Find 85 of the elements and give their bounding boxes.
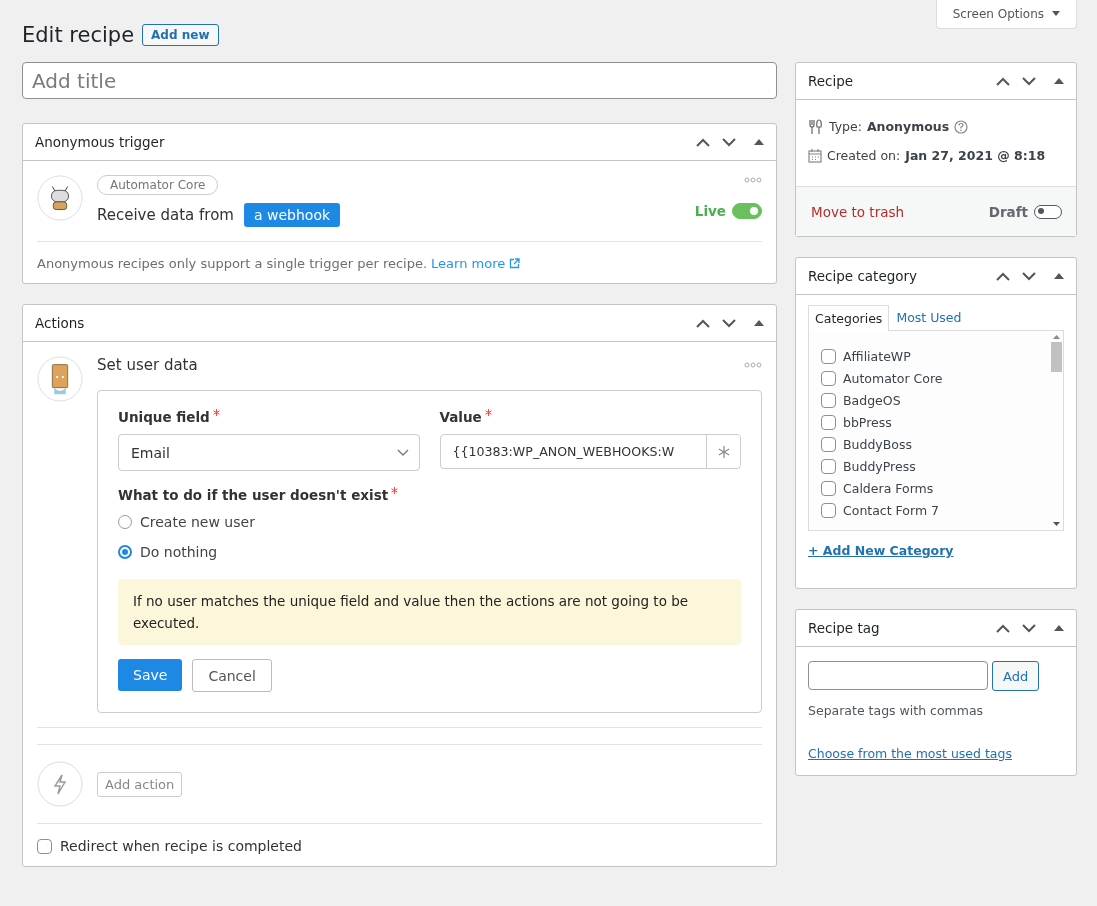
most-used-tags-link[interactable]: Choose from the most used tags — [808, 746, 1012, 761]
category-label[interactable]: BuddyBoss — [843, 436, 912, 452]
add-tag-button[interactable]: Add — [992, 661, 1040, 691]
cancel-button[interactable]: Cancel — [192, 659, 272, 692]
move-up-icon[interactable] — [996, 623, 1010, 633]
checkbox[interactable] — [821, 502, 836, 518]
tag-input-field[interactable] — [808, 661, 988, 690]
status-label: Live — [694, 203, 726, 219]
save-button[interactable]: Save — [118, 659, 183, 691]
move-up-icon[interactable] — [696, 137, 710, 147]
collapse-icon[interactable] — [1054, 625, 1064, 631]
status-toggle[interactable] — [732, 203, 762, 219]
fork-spoon-icon — [808, 118, 824, 135]
radio-label[interactable]: Create new user — [140, 514, 255, 530]
category-label[interactable]: Caldera Forms — [843, 480, 934, 496]
field-label: Unique field — [118, 409, 210, 425]
title-field[interactable]: Add title — [22, 62, 777, 99]
status-label: Draft — [988, 203, 1028, 220]
tag-hint: Separate tags with commas — [808, 703, 985, 718]
type-label: Type: — [829, 119, 862, 134]
move-up-icon[interactable] — [996, 76, 1010, 86]
move-down-icon[interactable] — [1022, 271, 1036, 281]
created-value: Jan 27, 2021 @ 8:18 — [905, 148, 1046, 163]
panel-title: Recipe — [808, 73, 854, 89]
collapse-icon[interactable] — [1054, 78, 1064, 84]
dropdown-arrow-icon — [1052, 11, 1060, 16]
checkbox-label[interactable]: Redirect when recipe is completed — [60, 838, 302, 854]
add-new-button[interactable]: Add new — [142, 24, 219, 46]
radio-label[interactable]: Do nothing — [140, 544, 218, 560]
category-label[interactable]: BadgeOS — [843, 392, 901, 408]
external-link-icon — [509, 258, 521, 269]
category-label[interactable]: bbPress — [843, 414, 892, 430]
move-down-icon[interactable] — [1022, 623, 1036, 633]
move-to-trash-link[interactable]: Move to trash — [811, 203, 905, 220]
question-label: What to do if the user doesn't exist — [118, 487, 389, 503]
notice-message: If no user matches the unique field and value then the actions are not going to be executed. — [118, 579, 741, 645]
checkbox[interactable] — [821, 458, 836, 474]
scrollbar-thumb[interactable] — [1050, 342, 1062, 372]
trigger-note: Anonymous recipes only support a single trigger per recipe. — [37, 256, 428, 271]
box-character-icon — [37, 356, 83, 402]
webhook-token-button[interactable]: a webhook — [243, 203, 341, 227]
category-label[interactable]: AffiliateWP — [843, 348, 911, 364]
status-toggle[interactable] — [1034, 204, 1062, 219]
move-up-icon[interactable] — [696, 318, 710, 328]
collapse-icon[interactable] — [754, 139, 764, 145]
radio-button[interactable] — [118, 545, 132, 559]
robot-icon — [37, 175, 83, 221]
checkbox[interactable] — [821, 348, 836, 364]
checkbox[interactable] — [37, 838, 52, 854]
page-title: Edit recipe — [22, 23, 135, 47]
category-label[interactable]: Automator Core — [843, 370, 943, 386]
move-down-icon[interactable] — [1022, 76, 1036, 86]
scroll-up-icon[interactable] — [1052, 335, 1060, 339]
category-tab[interactable]: Most Used — [889, 305, 969, 330]
checkbox[interactable] — [821, 392, 836, 408]
panel-title: Anonymous trigger — [35, 134, 165, 150]
scroll-down-icon[interactable] — [1052, 522, 1060, 526]
collapse-icon[interactable] — [754, 320, 764, 326]
move-up-icon[interactable] — [996, 271, 1010, 281]
category-label[interactable]: Contact Form 7 — [843, 502, 940, 518]
panel-title: Actions — [35, 315, 85, 331]
created-label: Created on: — [827, 148, 901, 163]
panel-title: Recipe category — [808, 268, 918, 284]
help-icon[interactable] — [954, 119, 969, 134]
checkbox[interactable] — [821, 480, 836, 496]
panel-title: Recipe tag — [808, 620, 880, 636]
checkbox[interactable] — [821, 370, 836, 386]
checkbox[interactable] — [821, 414, 836, 430]
collapse-icon[interactable] — [1054, 273, 1064, 279]
add-category-link[interactable]: + Add New Category — [808, 543, 954, 576]
category-label[interactable]: BuddyPress — [843, 458, 916, 474]
trigger-sentence: Receive data from — [97, 206, 234, 224]
move-down-icon[interactable] — [722, 137, 736, 147]
field-label: Value — [439, 409, 482, 425]
unique-field-select[interactable]: Email — [118, 434, 420, 471]
calendar-icon — [808, 148, 822, 163]
screen-options-button[interactable]: Screen Options — [935, 0, 1077, 29]
checkbox[interactable] — [821, 436, 836, 452]
chevron-down-icon — [396, 449, 409, 456]
category-tab[interactable]: Categories — [808, 305, 890, 331]
add-action-button[interactable]: Add action — [97, 771, 183, 797]
action-title: Set user data — [97, 356, 198, 374]
type-value: Anonymous — [866, 119, 950, 134]
lightning-bolt-icon — [37, 761, 83, 807]
move-down-icon[interactable] — [722, 318, 736, 328]
